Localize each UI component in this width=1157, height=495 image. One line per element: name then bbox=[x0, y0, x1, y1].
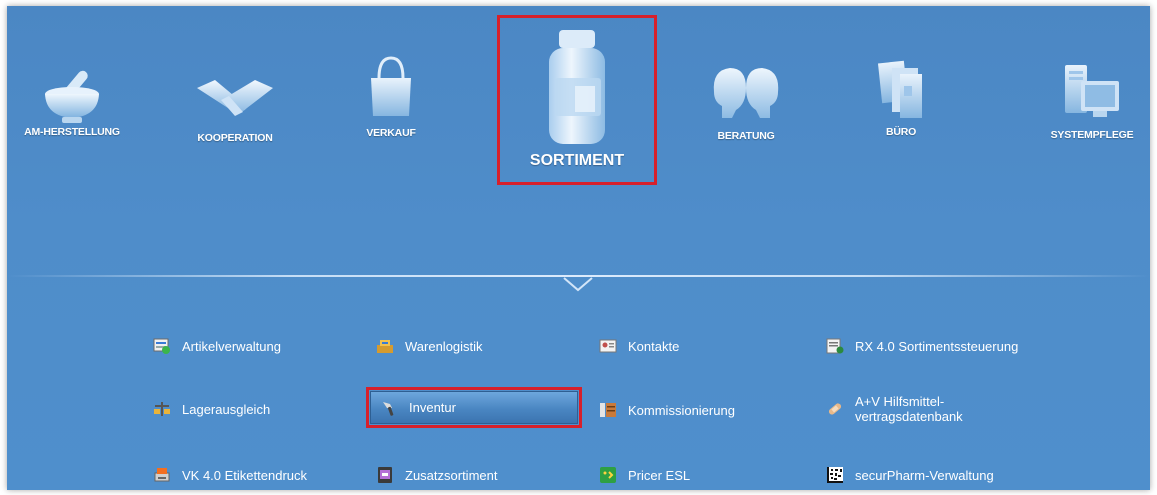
menu-item-label: Kontakte bbox=[628, 338, 680, 354]
contact-card-icon bbox=[599, 339, 617, 353]
menu-item-label: Kommissionierung bbox=[628, 402, 735, 418]
category-label: VERKAUF bbox=[366, 127, 416, 139]
menu-item-securpharm-verwaltung[interactable]: securPharm-Verwaltung bbox=[826, 460, 994, 490]
datamatrix-code-icon bbox=[827, 467, 843, 483]
office-documents-icon bbox=[877, 60, 922, 118]
pricer-esl-icon bbox=[600, 467, 616, 483]
menu-item-vk-etikettendruck[interactable]: VK 4.0 Etikettendruck bbox=[153, 460, 307, 490]
menu-item-label: Artikelverwaltung bbox=[182, 338, 281, 354]
menu-item-label: Pricer ESL bbox=[628, 467, 691, 483]
category-systempflege[interactable]: SYSTEMPFLEGE bbox=[1042, 63, 1142, 141]
menu-item-rx-sortimentssteuerung[interactable]: RX 4.0 Sortimentssteuerung bbox=[826, 331, 1018, 361]
label-printer-icon bbox=[154, 468, 170, 482]
menu-item-label-block: A+V Hilfsmittel- vertragsdatenbank bbox=[855, 394, 963, 424]
shopping-bag-icon bbox=[371, 56, 411, 116]
category-label: AM-HERSTELLUNG bbox=[24, 126, 120, 138]
bandage-icon bbox=[828, 403, 842, 415]
menu-item-label: Lagerausgleich bbox=[182, 401, 271, 417]
mortar-pestle-icon bbox=[45, 70, 99, 123]
category-label: BÜRO bbox=[885, 126, 917, 138]
stock-balance-icon bbox=[154, 402, 170, 416]
menu-item-label-line-1: A+V Hilfsmittel- bbox=[855, 394, 945, 409]
category-buero[interactable]: BÜRO bbox=[871, 56, 931, 138]
menu-item-kontakte[interactable]: Kontakte bbox=[599, 331, 679, 361]
category-label: BERATUNG bbox=[717, 130, 775, 142]
menu-item-label: VK 4.0 Etikettendruck bbox=[182, 467, 308, 483]
menu-item-label: securPharm-Verwaltung bbox=[855, 467, 994, 483]
article-table-icon bbox=[153, 338, 170, 354]
category-kooperation[interactable]: KOOPERATION bbox=[185, 76, 285, 144]
menu-item-zusatzsortiment[interactable]: Zusatzsortiment bbox=[376, 460, 497, 490]
category-beratung[interactable]: BERATUNG bbox=[706, 64, 786, 142]
computer-system-icon bbox=[1065, 65, 1119, 117]
rx-control-icon bbox=[826, 338, 844, 354]
menu-item-label: Zusatzsortiment bbox=[405, 467, 498, 483]
additional-assortment-icon bbox=[378, 467, 392, 483]
category-am-herstellung[interactable]: AM-HERSTELLUNG bbox=[22, 64, 122, 138]
app-stage: AM-HERSTELLUNG KOOPERATION VERKAUF SORTI… bbox=[7, 6, 1150, 490]
menu-item-hilfsmittel-vertragsdatenbank[interactable]: A+V Hilfsmittel- vertragsdatenbank bbox=[826, 390, 963, 428]
menu-item-label-line-2: vertragsdatenbank bbox=[855, 409, 963, 424]
menu-item-label: Warenlogistik bbox=[405, 338, 483, 354]
highlight-box-inventur bbox=[366, 387, 582, 428]
handshake-icon bbox=[197, 80, 273, 116]
menu-item-pricer-esl[interactable]: Pricer ESL bbox=[599, 460, 690, 490]
warehouse-boxes-icon bbox=[377, 340, 393, 353]
menu-item-artikelverwaltung[interactable]: Artikelverwaltung bbox=[153, 331, 281, 361]
consultation-heads-icon bbox=[713, 68, 779, 118]
menu-item-lagerausgleich[interactable]: Lagerausgleich bbox=[153, 394, 270, 424]
menu-item-warenlogistik[interactable]: Warenlogistik bbox=[376, 331, 483, 361]
chevron-down-icon bbox=[563, 277, 593, 292]
picking-shelf-icon bbox=[600, 403, 616, 417]
category-verkauf[interactable]: VERKAUF bbox=[361, 54, 421, 139]
menu-item-label: RX 4.0 Sortimentssteuerung bbox=[855, 338, 1019, 354]
category-label: KOOPERATION bbox=[197, 132, 273, 144]
menu-item-kommissionierung[interactable]: Kommissionierung bbox=[599, 395, 735, 425]
category-label: SYSTEMPFLEGE bbox=[1050, 129, 1134, 141]
highlight-box-sortiment bbox=[497, 15, 657, 185]
